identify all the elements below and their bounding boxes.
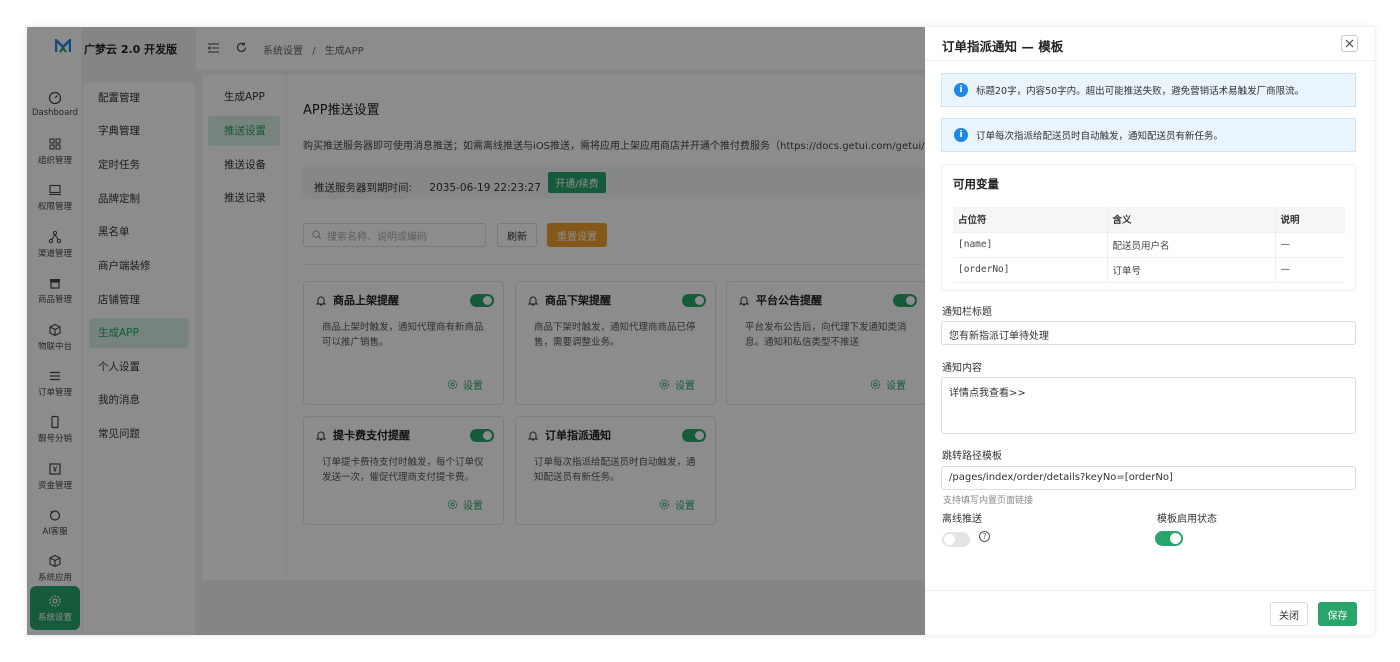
notify-content-label: 通知内容 (942, 363, 982, 374)
table-cell: — (1274, 232, 1345, 258)
info-alert: i 订单每次指派给配送员时自动触发，通知配送员有新任务。 (941, 118, 1356, 152)
template-status-label: 模板启用状态 (1157, 514, 1217, 525)
path-label: 跳转路径模板 (942, 451, 1002, 462)
table-cell: 订单号 (1106, 257, 1275, 283)
column-header: 说明 (1274, 207, 1345, 233)
template-drawer: 订单指派通知 — 模板 i 标题20字，内容50字内。超出可能推送失败，避免营销… (925, 27, 1374, 635)
table-row: [orderNo] 订单号 — (953, 257, 1345, 283)
close-button[interactable] (1341, 35, 1358, 52)
template-status-toggle[interactable] (1155, 531, 1183, 546)
notify-content-textarea[interactable]: 详情点我查看>> (941, 377, 1356, 434)
offline-push-toggle[interactable] (942, 532, 970, 547)
offline-push-label: 离线推送 (942, 514, 982, 525)
table-cell: 配送员用户名 (1106, 232, 1275, 258)
drawer-title: 订单指派通知 — 模板 (942, 39, 1064, 54)
divider (925, 590, 1374, 591)
notify-title-label: 通知栏标题 (942, 307, 992, 318)
alert-text: 订单每次指派给配送员时自动触发，通知配送员有新任务。 (976, 131, 1224, 142)
column-header: 占位符 (953, 207, 1107, 233)
info-icon: i (954, 128, 968, 142)
app-window: 广梦云 2.0 开发版 Dashboard 组织管理 权限管理 渠道管理 商品管… (27, 27, 1374, 635)
variables-panel: 可用变量 占位符 含义 说明 [name] 配送员用户名 — [orderNo]… (941, 164, 1356, 291)
path-hint: 支持填写内置页面链接 (943, 496, 1034, 506)
info-icon: i (954, 83, 968, 97)
table-cell: [orderNo] (953, 257, 1107, 283)
help-icon[interactable]: ? (979, 531, 990, 542)
notify-title-input[interactable]: 您有新指派订单待处理 (941, 321, 1356, 345)
variables-title: 可用变量 (953, 177, 999, 191)
alert-text: 标题20字，内容50字内。超出可能推送失败，避免营销话术易触发厂商限流。 (976, 86, 1305, 97)
close-drawer-button[interactable]: 关闭 (1270, 602, 1308, 626)
info-alert: i 标题20字，内容50字内。超出可能推送失败，避免营销话术易触发厂商限流。 (941, 73, 1356, 107)
modal-overlay[interactable] (27, 27, 925, 635)
column-header: 含义 (1106, 207, 1275, 233)
table-cell: [name] (953, 232, 1107, 258)
variables-table: 占位符 含义 说明 [name] 配送员用户名 — [orderNo] 订单号 … (953, 207, 1345, 283)
path-input[interactable]: /pages/index/order/details?keyNo=[orderN… (941, 466, 1356, 490)
close-icon (1345, 39, 1354, 48)
table-row: [name] 配送员用户名 — (953, 232, 1345, 258)
divider (925, 60, 1374, 61)
save-button[interactable]: 保存 (1318, 602, 1357, 626)
table-cell: — (1274, 257, 1345, 283)
